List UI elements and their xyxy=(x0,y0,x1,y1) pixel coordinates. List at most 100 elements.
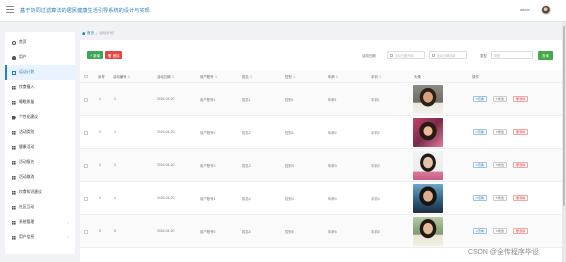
sidebar-item-system-management[interactable]: 系统管理 ⌄ xyxy=(5,215,75,230)
sidebar: 首页 用户 运动计划 饮食摄入 睡眠质量 个性化建议 活动类别 健康活动 活动报… xyxy=(5,32,75,254)
cell-code: 1 xyxy=(114,97,116,101)
cell-account: 用户账号3 xyxy=(200,164,216,168)
row-checkbox[interactable] xyxy=(84,98,88,102)
edit-button[interactable]: ✎ 修改 xyxy=(493,96,507,102)
avatar-photo xyxy=(413,217,443,246)
edit-button[interactable]: ✎ 修改 xyxy=(493,195,507,201)
row-delete-button[interactable]: 🗑 删除 xyxy=(513,96,528,102)
breadcrumb-home[interactable]: 首页 xyxy=(87,31,94,36)
sidebar-item-sleep-quality[interactable]: 睡眠质量 xyxy=(5,95,75,110)
sidebar-item-label: 活动类别 xyxy=(19,130,35,134)
row-checkbox[interactable] xyxy=(84,230,88,234)
date-start-placeholder: 活动日期开始 xyxy=(394,53,414,58)
edit-button[interactable]: ✎ 修改 xyxy=(493,129,507,135)
sidebar-item-label: 活动取消 xyxy=(19,175,35,179)
user-avatar[interactable] xyxy=(541,5,551,15)
breadcrumb-separator: / xyxy=(96,31,98,36)
calendar-icon xyxy=(432,53,435,57)
edit-button[interactable]: ✎ 修改 xyxy=(493,228,507,234)
cell-age: 年龄3 xyxy=(328,164,337,168)
cell-name: 姓名4 xyxy=(242,197,251,201)
cell-name: 姓名3 xyxy=(242,164,251,168)
cell-gender: 性别2 xyxy=(285,131,294,135)
add-button[interactable]: + 新增 xyxy=(87,51,103,59)
user-name[interactable]: admin xyxy=(520,8,530,12)
sidebar-item-exercise-plan[interactable]: 运动计划 xyxy=(5,65,75,80)
calendar-icon xyxy=(390,53,393,57)
grid-icon xyxy=(12,100,16,105)
view-button[interactable]: ⊙ 查看 xyxy=(473,129,487,135)
sidebar-item-label: 用户信息 xyxy=(19,235,35,239)
table-header: 序号 活动编号⇅ 活动日期⇅ 用户账号⇅ 姓名⇅ 性别⇅ 年龄⇅ 手机⇅ 头像 … xyxy=(80,70,566,83)
search-button[interactable]: 查询 xyxy=(538,51,553,60)
table-row: 1 1 2024-04-20 用户账号1 姓名1 性别1 年龄1 手机1 ⊙ 查… xyxy=(80,83,566,116)
column-header[interactable]: 用户账号⇅ xyxy=(200,74,217,79)
cell-index: 2 xyxy=(99,130,101,134)
column-header[interactable]: 活动编号⇅ xyxy=(113,74,130,79)
column-header[interactable]: 手机⇅ xyxy=(371,74,382,79)
select-all-checkbox[interactable] xyxy=(84,74,88,78)
row-checkbox[interactable] xyxy=(84,197,88,201)
date-start-input[interactable]: 活动日期开始 xyxy=(387,51,425,59)
view-button[interactable]: ⊙ 查看 xyxy=(473,228,487,234)
cell-age: 年龄2 xyxy=(328,131,337,135)
cell-date: 2024-04-20 xyxy=(157,97,175,101)
column-header[interactable]: 活动日期⇅ xyxy=(157,74,174,79)
view-button[interactable]: ⊙ 查看 xyxy=(473,96,487,102)
grid-icon xyxy=(12,145,16,150)
table-body: 1 1 2024-04-20 用户账号1 姓名1 性别1 年龄1 手机1 ⊙ 查… xyxy=(80,83,566,248)
row-delete-button[interactable]: 🗑 删除 xyxy=(513,228,528,234)
edit-button[interactable]: ✎ 修改 xyxy=(493,162,507,168)
cell-age: 年龄1 xyxy=(328,98,337,102)
table-row: 5 5 2024-04-20 用户账号5 姓名5 性别5 年龄5 手机5 ⊙ 查… xyxy=(80,215,566,248)
column-header[interactable]: 年龄⇅ xyxy=(328,74,339,79)
sidebar-item-label: 活动报名 xyxy=(19,160,35,164)
sidebar-item-label: 饮食知识建议 xyxy=(19,190,42,194)
sidebar-item-label: 系统管理 xyxy=(19,220,35,224)
sidebar-item-activity-category[interactable]: 活动类别 xyxy=(5,125,75,140)
sidebar-item-activity-cancel[interactable]: 活动取消 xyxy=(5,170,75,185)
type-input[interactable]: 类型 xyxy=(491,51,533,59)
delete-button[interactable]: 🗑 删除 xyxy=(105,51,122,59)
column-header: 序号 xyxy=(98,75,105,79)
home-icon xyxy=(82,31,86,36)
sidebar-item-user[interactable]: 用户 xyxy=(5,50,75,65)
row-delete-button[interactable]: 🗑 删除 xyxy=(513,129,528,135)
home-icon xyxy=(12,40,16,45)
view-button[interactable]: ⊙ 查看 xyxy=(473,162,487,168)
date-end-input[interactable]: 活动日期结束 xyxy=(429,51,467,59)
cell-account: 用户账号2 xyxy=(200,131,216,135)
cell-phone: 手机4 xyxy=(371,197,380,201)
sidebar-item-activity-signup[interactable]: 活动报名 xyxy=(5,155,75,170)
row-checkbox[interactable] xyxy=(84,164,88,168)
column-header[interactable]: 姓名⇅ xyxy=(242,74,253,79)
sidebar-item-health-activity[interactable]: 健康活动 xyxy=(5,140,75,155)
cell-phone: 手机1 xyxy=(371,98,380,102)
cell-index: 3 xyxy=(99,163,101,167)
sidebar-item-label: 健康活动 xyxy=(19,145,35,149)
avatar-photo xyxy=(413,118,443,147)
sidebar-item-community[interactable]: 社区互动 xyxy=(5,200,75,215)
menu-toggle-icon[interactable] xyxy=(6,6,14,14)
view-button[interactable]: ⊙ 查看 xyxy=(473,195,487,201)
sidebar-item-user-info[interactable]: 用户信息 ⌄ xyxy=(5,230,75,245)
sidebar-item-label: 饮食摄入 xyxy=(19,85,35,89)
sidebar-item-home[interactable]: 首页 xyxy=(5,35,75,50)
column-header[interactable]: 性别⇅ xyxy=(285,74,296,79)
cell-age: 年龄4 xyxy=(328,197,337,201)
row-delete-button[interactable]: 🗑 删除 xyxy=(513,162,528,168)
top-bar: 基于协同过滤算法的居民健康生活引导系统的设计与实现 admin xyxy=(0,0,566,22)
table-row: 4 4 2024-04-20 用户账号4 姓名4 性别4 年龄4 手机4 ⊙ 查… xyxy=(80,182,566,215)
cell-age: 年龄5 xyxy=(328,230,337,234)
chevron-down-icon: ⌄ xyxy=(66,220,69,224)
row-delete-button[interactable]: 🗑 删除 xyxy=(513,195,528,201)
page-scrollbar[interactable] xyxy=(562,22,566,262)
grid-icon xyxy=(12,220,16,225)
sidebar-item-diet-knowledge[interactable]: 饮食知识建议 xyxy=(5,185,75,200)
row-checkbox[interactable] xyxy=(84,131,88,135)
column-header: 头像 xyxy=(414,75,421,79)
cell-code: 5 xyxy=(114,229,116,233)
sidebar-item-personal-advice[interactable]: 个性化建议 xyxy=(5,110,75,125)
sidebar-item-diet-intake[interactable]: 饮食摄入 xyxy=(5,80,75,95)
avatar-photo xyxy=(413,184,443,213)
